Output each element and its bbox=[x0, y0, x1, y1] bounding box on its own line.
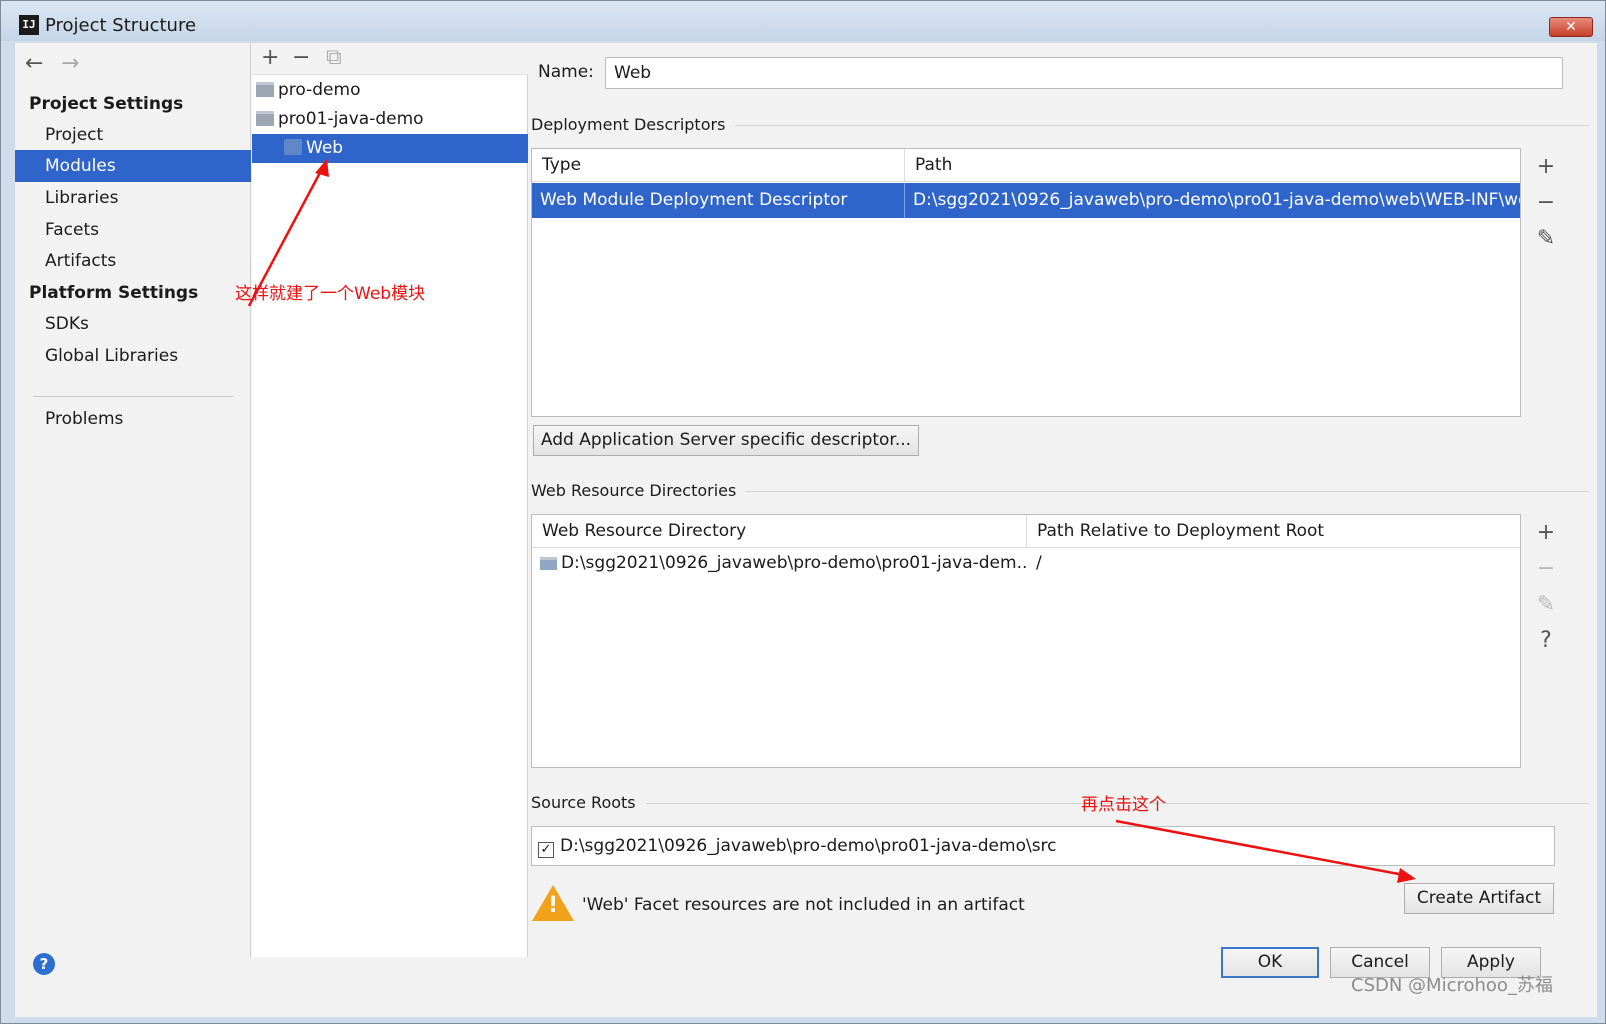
close-button[interactable]: ✕ bbox=[1549, 17, 1593, 37]
edit-pencil-icon[interactable]: ✎ bbox=[1529, 221, 1563, 257]
relative-path-cell: / bbox=[1036, 553, 1042, 573]
navigation-arrows: ← → bbox=[25, 51, 97, 76]
project-settings-header: Project Settings bbox=[29, 94, 184, 114]
add-icon[interactable]: + bbox=[261, 45, 279, 70]
sidebar-item-facets[interactable]: Facets bbox=[15, 214, 251, 246]
remove-icon[interactable]: − bbox=[292, 45, 310, 70]
watermark-text: CSDN @Microhoo_苏福 bbox=[1351, 975, 1553, 996]
folder-icon bbox=[256, 111, 274, 126]
ok-button[interactable]: OK bbox=[1221, 947, 1319, 978]
annotation-arrow-create-artifact bbox=[1115, 819, 1416, 883]
web-resource-table: Web Resource Directory Path Relative to … bbox=[531, 514, 1521, 768]
project-structure-window: IJ Project Structure ✕ ← → Project Settin… bbox=[0, 0, 1606, 1024]
sidebar-item-project[interactable]: Project bbox=[15, 119, 251, 151]
help-icon[interactable]: ? bbox=[33, 953, 55, 975]
tree-node-label: pro-demo bbox=[278, 80, 361, 100]
descriptor-path-cell: D:\sgg2021\0926_javaweb\pro-demo\pro01-j… bbox=[904, 183, 1520, 218]
table-header: Web Resource Directory Path Relative to … bbox=[532, 515, 1520, 548]
module-detail-panel: Name: Web Deployment Descriptors Type Pa… bbox=[529, 43, 1597, 957]
source-root-path: D:\sgg2021\0926_javaweb\pro-demo\pro01-j… bbox=[560, 836, 1057, 856]
warning-message: 'Web' Facet resources are not included i… bbox=[582, 895, 1025, 915]
tree-node-pro-demo[interactable]: pro-demo bbox=[252, 76, 528, 105]
table-header: Type Path bbox=[532, 149, 1520, 182]
column-header-type[interactable]: Type bbox=[532, 149, 904, 182]
web-resource-toolbar: + − ✎ ? bbox=[1529, 515, 1563, 659]
name-label: Name: bbox=[538, 62, 594, 82]
sidebar-item-artifacts[interactable]: Artifacts bbox=[15, 245, 251, 277]
descriptor-type-cell: Web Module Deployment Descriptor bbox=[540, 190, 848, 210]
help-question-icon[interactable]: ? bbox=[1529, 623, 1563, 659]
table-row[interactable]: Web Module Deployment Descriptor D:\sgg2… bbox=[532, 183, 1520, 218]
sidebar-item-problems[interactable]: Problems bbox=[15, 403, 251, 435]
tree-node-pro01-java-demo[interactable]: pro01-java-demo bbox=[252, 105, 528, 134]
sidebar-item-global-libraries[interactable]: Global Libraries bbox=[15, 340, 251, 372]
platform-settings-header: Platform Settings bbox=[29, 283, 199, 303]
source-root-checkbox[interactable]: ✓ bbox=[538, 842, 554, 858]
intellij-app-icon: IJ bbox=[19, 15, 39, 35]
edit-pencil-icon[interactable]: ✎ bbox=[1529, 587, 1563, 623]
tree-toolbar: + − ⧉ bbox=[252, 43, 528, 75]
warning-exclamation: ! bbox=[548, 893, 559, 918]
sidebar-divider bbox=[33, 396, 233, 397]
remove-icon[interactable]: − bbox=[1529, 551, 1563, 587]
column-header-web-resource-directory[interactable]: Web Resource Directory bbox=[532, 515, 1026, 548]
sidebar-item-sdks[interactable]: SDKs bbox=[15, 308, 251, 340]
sidebar-item-modules[interactable]: Modules bbox=[15, 150, 251, 182]
web-resource-directory-cell: D:\sgg2021\0926_javaweb\pro-demo\pro01-j… bbox=[532, 548, 1026, 578]
descriptor-table-toolbar: + − ✎ bbox=[1529, 149, 1563, 257]
back-arrow-icon[interactable]: ← bbox=[25, 51, 61, 76]
add-icon[interactable]: + bbox=[1529, 515, 1563, 551]
annotation-web-module: 这样就建了一个Web模块 bbox=[235, 284, 426, 304]
settings-sidebar: ← → Project Settings Project Modules Libr… bbox=[15, 43, 251, 957]
column-header-relative-path[interactable]: Path Relative to Deployment Root bbox=[1026, 515, 1520, 548]
title-bar: IJ Project Structure ✕ bbox=[1, 1, 1605, 41]
column-header-path[interactable]: Path bbox=[904, 149, 1520, 182]
table-row[interactable]: D:\sgg2021\0926_javaweb\pro-demo\pro01-j… bbox=[532, 548, 1520, 578]
directory-path: D:\sgg2021\0926_javaweb\pro-demo\pro01-j… bbox=[561, 553, 1026, 573]
deployment-descriptors-title: Deployment Descriptors bbox=[531, 115, 736, 134]
name-field[interactable]: Web bbox=[605, 57, 1563, 89]
web-folder-icon bbox=[540, 557, 557, 570]
tree-node-label: pro01-java-demo bbox=[278, 109, 424, 129]
sidebar-item-libraries[interactable]: Libraries bbox=[15, 182, 251, 214]
folder-icon bbox=[256, 82, 274, 97]
annotation-click-this: 再点击这个 bbox=[1081, 795, 1166, 815]
deployment-descriptors-table: Type Path Web Module Deployment Descript… bbox=[531, 148, 1521, 417]
forward-arrow-icon[interactable]: → bbox=[61, 51, 97, 76]
remove-icon[interactable]: − bbox=[1529, 185, 1563, 221]
window-title: Project Structure bbox=[45, 15, 197, 36]
dialog-content: ← → Project Settings Project Modules Libr… bbox=[15, 43, 1597, 1017]
web-resource-directories-title: Web Resource Directories bbox=[531, 481, 747, 500]
source-roots-title: Source Roots bbox=[531, 793, 646, 812]
copy-icon[interactable]: ⧉ bbox=[326, 45, 342, 70]
add-icon[interactable]: + bbox=[1529, 149, 1563, 185]
section-divider bbox=[531, 803, 1589, 804]
add-server-descriptor-button[interactable]: Add Application Server specific descript… bbox=[533, 425, 919, 456]
